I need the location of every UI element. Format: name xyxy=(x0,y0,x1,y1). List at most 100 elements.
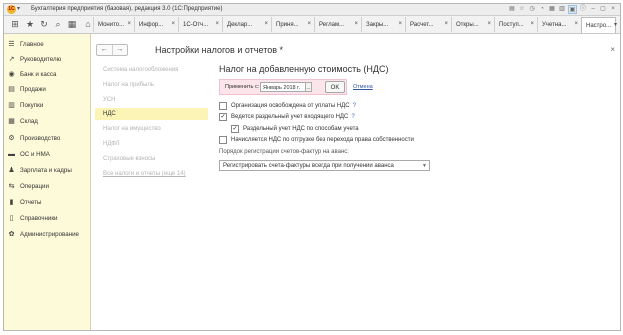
section-usn[interactable]: УСН xyxy=(95,94,208,106)
history-icon[interactable]: ◷ xyxy=(528,5,536,13)
option-vat-on-shipment[interactable]: Начисляется НДС по отгрузке без перехода… xyxy=(219,135,414,144)
tab-label: Учетна... xyxy=(542,21,567,28)
help-icon[interactable]: ? xyxy=(351,114,354,120)
functions-icon[interactable]: ▤ xyxy=(508,5,516,13)
favorites-star-icon[interactable]: ★ xyxy=(25,19,35,29)
tab-close-icon[interactable]: × xyxy=(487,21,491,27)
tab-open[interactable]: Откры... × xyxy=(451,17,494,32)
tab-close-icon[interactable]: × xyxy=(307,21,311,27)
history-icon[interactable]: ↻ xyxy=(39,19,49,29)
book-icon: ▯ xyxy=(9,215,14,222)
sidebar-item-label: ОС и НМА xyxy=(20,151,50,158)
tab-info[interactable]: Инфор... × xyxy=(134,17,178,32)
invoice-order-label: Порядок регистрации счетов-фактур на ава… xyxy=(219,149,349,155)
tab-declaration[interactable]: Деклар... × xyxy=(222,17,271,32)
option-separate-input-vat[interactable]: ✓ Ведется раздельный учет входящего НДС … xyxy=(219,112,355,121)
section-taxation-system[interactable]: Система налогообложения xyxy=(95,64,208,76)
trend-icon: ↗ xyxy=(8,56,15,63)
tab-close-icon[interactable]: × xyxy=(398,21,402,27)
tab-close-icon[interactable]: × xyxy=(530,21,534,27)
tab-close-icon[interactable]: × xyxy=(171,21,175,27)
sidebar-item-manager[interactable]: ↗ Руководителю xyxy=(8,54,62,65)
sidebar-item-fixed-assets[interactable]: ▬ ОС и НМА xyxy=(8,149,50,160)
sidebar-item-main[interactable]: ☰ Главное xyxy=(8,39,44,50)
tab-closing[interactable]: Закры... × xyxy=(361,17,405,32)
sidebar-item-bank[interactable]: ◉ Банк и касса xyxy=(8,69,56,80)
help-icon[interactable]: ? xyxy=(353,103,356,109)
tab-1c-reporting[interactable]: 1С-Отч... × xyxy=(178,17,222,32)
maximize-icon[interactable]: ▢ xyxy=(599,5,607,13)
sidebar-item-warehouse[interactable]: ▦ Склад xyxy=(8,116,38,127)
apps-grid-icon[interactable]: ⊞ xyxy=(10,19,20,29)
checkbox[interactable] xyxy=(219,101,227,110)
calculator-icon[interactable]: ▦ xyxy=(548,5,556,13)
sidebar-item-administration[interactable]: ✿ Администрирование xyxy=(8,229,79,240)
back-arrow-icon[interactable]: ← xyxy=(97,45,113,55)
tab-close-icon[interactable]: × xyxy=(127,21,131,27)
date-select-button[interactable]: ... xyxy=(306,82,312,92)
ok-button[interactable]: OK xyxy=(325,81,345,93)
close-form-icon[interactable]: × xyxy=(610,45,615,54)
sidebar-item-sales[interactable]: ▤ Продажи xyxy=(8,84,46,95)
section-all-taxes-link[interactable]: Все налоги и отчеты (еще 14) xyxy=(95,168,208,180)
tab-close-icon[interactable]: × xyxy=(215,21,219,27)
sidebar-item-production[interactable]: ⚙ Производство xyxy=(8,133,60,144)
section-ndfl[interactable]: НДФЛ xyxy=(95,138,208,150)
sidebar-item-label: Склад xyxy=(20,118,38,125)
section-profit-tax[interactable]: Налог на прибыль xyxy=(95,79,208,91)
section-vat[interactable]: НДС xyxy=(95,108,208,120)
tab-close-icon[interactable]: × xyxy=(444,21,448,27)
tab-monitor[interactable]: Монито... × xyxy=(93,17,134,32)
dropdown-arrow-icon[interactable]: ▼ xyxy=(422,161,427,171)
window-title: Бухгалтерия предприятия (базовая), редак… xyxy=(31,6,223,12)
option-label: Ведется раздельный учет входящего НДС xyxy=(231,113,349,120)
tab-label: Закры... xyxy=(366,21,389,28)
sidebar-item-purchases[interactable]: ▥ Покупки xyxy=(8,100,43,111)
tab-accounting-policy[interactable]: Учетна... × xyxy=(537,17,581,32)
close-window-icon[interactable]: × xyxy=(609,5,617,13)
sidebar-item-payroll[interactable]: ♟ Зарплата и кадры xyxy=(8,165,71,176)
sidebar-item-references[interactable]: ▯ Справочники xyxy=(8,213,58,224)
option-exempt-from-vat[interactable]: Организация освобождена от уплаты НДС ? xyxy=(219,101,356,110)
invoice-order-select[interactable]: Регистрировать счета-фактуры всегда при … xyxy=(219,160,430,171)
forward-arrow-icon[interactable]: → xyxy=(113,45,128,55)
tab-settings[interactable]: Настро... xyxy=(581,17,616,33)
cancel-link[interactable]: Отмена xyxy=(353,84,373,90)
checkbox-checked[interactable]: ✓ xyxy=(231,124,239,133)
minimize-icon[interactable]: – xyxy=(589,5,597,13)
search-icon[interactable]: ⌕ xyxy=(53,19,63,29)
menu-icon: ☰ xyxy=(8,41,15,48)
title-bar-controls: ▤ ☆ ◷ ◔ ▦ ▥ ▣ ⓘ – ▢ × xyxy=(508,5,617,14)
sidebar-item-reports[interactable]: ▮ Отчеты xyxy=(8,197,42,208)
truck-icon: ▬ xyxy=(8,151,15,158)
notifications-icon[interactable]: ◔ xyxy=(538,5,546,13)
tab-close-icon[interactable]: × xyxy=(574,21,578,27)
sidebar-item-label: Операции xyxy=(20,183,49,190)
tab-close-icon[interactable]: × xyxy=(264,21,268,27)
calculator-icon[interactable]: ▦ xyxy=(67,19,77,29)
form-area: ← → Настройки налогов и отчетов * × Сист… xyxy=(91,34,620,330)
home-icon[interactable]: ⌂ xyxy=(83,19,93,29)
tab-regulated[interactable]: Реглам... × xyxy=(314,17,361,32)
tab-accept[interactable]: Приня... × xyxy=(271,17,314,32)
interface-settings-icon[interactable]: ▣ xyxy=(568,5,577,14)
calendar-icon[interactable]: ▥ xyxy=(558,5,566,13)
sidebar-item-label: Банк и касса xyxy=(20,71,57,78)
sidebar-item-label: Главное xyxy=(20,41,44,48)
checkbox-checked[interactable]: ✓ xyxy=(219,112,227,121)
tab-close-icon[interactable]: × xyxy=(354,21,358,27)
tab-label: Инфор... xyxy=(139,21,164,28)
main-menu-icon[interactable]: ▾ xyxy=(17,6,23,12)
section-insurance[interactable]: Страховые взносы xyxy=(95,153,208,165)
apply-from-date-field[interactable]: Январь 2018 г. xyxy=(260,82,306,92)
option-separate-by-method[interactable]: ✓ Раздельный учет НДС по способам учета xyxy=(231,124,359,133)
tab-receipts[interactable]: Поступ... × xyxy=(494,17,537,32)
tabs-more-icon[interactable]: ▾ xyxy=(614,21,617,28)
favorites-icon[interactable]: ☆ xyxy=(518,5,526,13)
sidebar-item-operations[interactable]: ⇆ Операции xyxy=(8,181,49,192)
section-property-tax[interactable]: Налог на имущество xyxy=(95,123,208,135)
tab-label: Реглам... xyxy=(319,21,345,28)
info-icon[interactable]: ⓘ xyxy=(579,5,587,13)
tab-calculation[interactable]: Расчет... × xyxy=(405,17,451,32)
checkbox[interactable] xyxy=(219,135,227,144)
